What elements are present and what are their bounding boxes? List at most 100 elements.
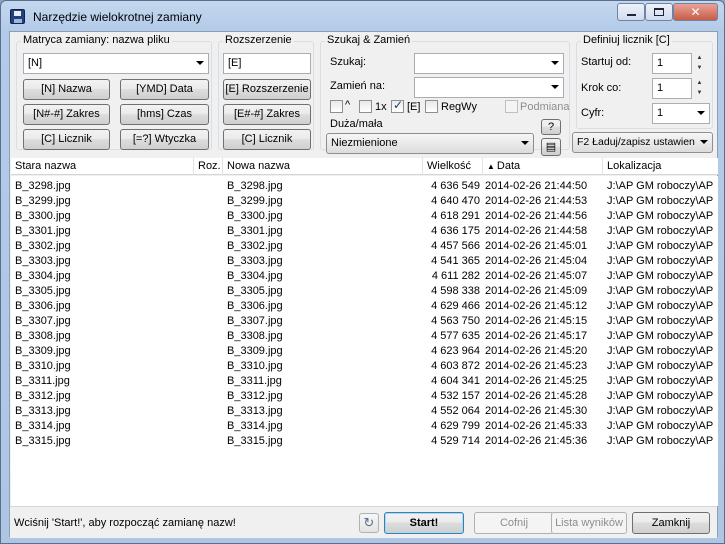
- file-list[interactable]: B_3298.jpg B_3298.jpg 4 636 549 2014-02-26 …: [11, 176, 718, 506]
- column-location[interactable]: Lokalizacja: [603, 158, 718, 175]
- minimize-button[interactable]: [617, 3, 645, 21]
- table-row[interactable]: B_3307.jpg B_3307.jpg 4 563 750 2014-02-26 …: [11, 314, 718, 329]
- extension-search-checkbox[interactable]: [391, 98, 404, 113]
- substitute-checkbox[interactable]: [505, 100, 518, 113]
- extension-group: Rozszerzenie [E] [E] Rozszerzenie [E#-#]…: [218, 34, 314, 150]
- cell-location: J:\AP GM roboczy\AP: [607, 420, 714, 432]
- mask-group-title: Matryca zamiany: nazwa pliku: [21, 34, 172, 46]
- table-row[interactable]: B_3315.jpg B_3315.jpg 4 529 714 2014-02-26 …: [11, 434, 718, 449]
- minimize-icon: [626, 13, 636, 16]
- cell-location: J:\AP GM roboczy\AP: [607, 330, 714, 342]
- step-spinner-value: 1: [657, 82, 664, 94]
- cell-date: 2014-02-26 21:45:17: [485, 330, 588, 342]
- help-button[interactable]: ?: [541, 119, 561, 135]
- extension-search-label: [E]: [407, 101, 421, 113]
- insert-range-button[interactable]: [N#-#] Zakres: [23, 104, 110, 125]
- column-old-name[interactable]: Stara nazwa: [11, 158, 194, 175]
- insert-counter-button[interactable]: [C] Licznik: [23, 129, 110, 150]
- table-row[interactable]: B_3309.jpg B_3309.jpg 4 623 964 2014-02-26 …: [11, 344, 718, 359]
- cell-date: 2014-02-26 21:44:53: [485, 195, 588, 207]
- start-spinner-arrows[interactable]: ▲ ▼: [692, 53, 707, 74]
- step-spinner[interactable]: 1 ▲ ▼: [652, 78, 702, 99]
- start-spinner[interactable]: 1 ▲ ▼: [652, 53, 702, 74]
- cell-size: 4 640 470: [431, 195, 480, 207]
- substitute-label: Podmiana: [520, 101, 570, 113]
- table-row[interactable]: B_3304.jpg B_3304.jpg 4 611 282 2014-02-26 …: [11, 269, 718, 284]
- table-row[interactable]: B_3306.jpg B_3306.jpg 4 629 466 2014-02-26 …: [11, 299, 718, 314]
- find-combo[interactable]: [414, 53, 564, 74]
- cell-old-name: B_3307.jpg: [15, 315, 71, 327]
- case-label: Duża/mała: [330, 118, 383, 130]
- digits-select[interactable]: 1: [652, 103, 710, 124]
- step-spinner-arrows[interactable]: ▲ ▼: [692, 78, 707, 99]
- insert-plugin-button[interactable]: [=?] Wtyczka: [120, 129, 209, 150]
- maximize-button[interactable]: [645, 3, 673, 21]
- cell-size: 4 629 466: [431, 300, 480, 312]
- chevron-down-icon: [700, 140, 708, 144]
- column-new-name[interactable]: Nowa nazwa: [223, 158, 423, 175]
- insert-extension-range-button[interactable]: [E#-#] Zakres: [223, 104, 311, 125]
- table-row[interactable]: B_3302.jpg B_3302.jpg 4 457 566 2014-02-26 …: [11, 239, 718, 254]
- extension-input[interactable]: [E]: [223, 53, 311, 74]
- insert-extension-button[interactable]: [E] Rozszerzenie: [223, 79, 311, 100]
- mask-combo-value: [N]: [28, 57, 43, 69]
- undo-button[interactable]: Cofnij: [474, 512, 554, 534]
- table-row[interactable]: B_3303.jpg B_3303.jpg 4 541 365 2014-02-26 …: [11, 254, 718, 269]
- cell-size: 4 532 157: [431, 390, 480, 402]
- cell-new-name: B_3300.jpg: [227, 210, 283, 222]
- start-button[interactable]: Start!: [384, 512, 464, 534]
- cell-size: 4 636 549: [431, 180, 480, 192]
- cell-date: 2014-02-26 21:45:09: [485, 285, 588, 297]
- cell-new-name: B_3301.jpg: [227, 225, 283, 237]
- cell-date: 2014-02-26 21:45:28: [485, 390, 588, 402]
- table-row[interactable]: B_3301.jpg B_3301.jpg 4 636 175 2014-02-26 …: [11, 224, 718, 239]
- results-list-button[interactable]: Lista wyników: [551, 512, 627, 534]
- column-extension[interactable]: Roz.: [194, 158, 223, 175]
- find-label: Szukaj:: [330, 56, 367, 68]
- table-row[interactable]: B_3311.jpg B_3311.jpg 4 604 341 2014-02-26 …: [11, 374, 718, 389]
- insert-name-button[interactable]: [N] Nazwa: [23, 79, 110, 100]
- column-size[interactable]: Wielkość: [423, 158, 483, 175]
- table-row[interactable]: B_3305.jpg B_3305.jpg 4 598 338 2014-02-26 …: [11, 284, 718, 299]
- spin-up-icon: ▲: [696, 55, 703, 61]
- case-select[interactable]: Niezmienione: [326, 133, 534, 154]
- insert-extension-counter-button[interactable]: [C] Licznik: [223, 129, 311, 150]
- close-window-button[interactable]: ✕: [673, 3, 718, 21]
- close-button[interactable]: Zamknij: [632, 512, 710, 534]
- table-row[interactable]: B_3308.jpg B_3308.jpg 4 577 635 2014-02-26 …: [11, 329, 718, 344]
- title-bar[interactable]: Narzędzie wielokrotnej zamiany ✕: [1, 1, 724, 31]
- cell-location: J:\AP GM roboczy\AP: [607, 360, 714, 372]
- counter-group-title: Definiuj licznik [C]: [581, 34, 672, 46]
- maximize-icon: [654, 8, 664, 16]
- regex-checkbox[interactable]: [425, 100, 438, 113]
- edit-list-button[interactable]: ▤: [541, 138, 561, 156]
- replace-combo[interactable]: [414, 77, 564, 98]
- table-row[interactable]: B_3310.jpg B_3310.jpg 4 603 872 2014-02-26 …: [11, 359, 718, 374]
- rename-dialog-window: Narzędzie wielokrotnej zamiany ✕ Matryca…: [0, 0, 725, 544]
- edit-list-icon: ▤: [545, 141, 557, 153]
- floppy-disk-icon: [10, 9, 25, 24]
- cell-location: J:\AP GM roboczy\AP: [607, 435, 714, 447]
- load-save-settings-button[interactable]: F2 Ładuj/zapisz ustawien: [572, 132, 713, 153]
- table-row[interactable]: B_3299.jpg B_3299.jpg 4 640 470 2014-02-26 …: [11, 194, 718, 209]
- cell-old-name: B_3313.jpg: [15, 405, 71, 417]
- table-row[interactable]: B_3314.jpg B_3314.jpg 4 629 799 2014-02-26 …: [11, 419, 718, 434]
- caret-checkbox[interactable]: [330, 100, 343, 113]
- step-label: Krok co:: [581, 82, 622, 94]
- cell-old-name: B_3306.jpg: [15, 300, 71, 312]
- undo-arrow-icon[interactable]: ↻: [359, 513, 379, 533]
- cell-old-name: B_3312.jpg: [15, 390, 71, 402]
- mask-combo[interactable]: [N]: [23, 53, 209, 74]
- cell-location: J:\AP GM roboczy\AP: [607, 240, 714, 252]
- table-row[interactable]: B_3298.jpg B_3298.jpg 4 636 549 2014-02-26 …: [11, 179, 718, 194]
- cell-date: 2014-02-26 21:45:23: [485, 360, 588, 372]
- insert-time-button[interactable]: [hms] Czas: [120, 104, 209, 125]
- table-row[interactable]: B_3312.jpg B_3312.jpg 4 532 157 2014-02-26 …: [11, 389, 718, 404]
- table-row[interactable]: B_3300.jpg B_3300.jpg 4 618 291 2014-02-26 …: [11, 209, 718, 224]
- column-date[interactable]: ▲ Data: [483, 158, 603, 175]
- table-row[interactable]: B_3313.jpg B_3313.jpg 4 552 064 2014-02-26 …: [11, 404, 718, 419]
- once-checkbox[interactable]: [359, 100, 372, 113]
- spin-down-icon: ▼: [696, 65, 703, 71]
- insert-date-button[interactable]: [YMD] Data: [120, 79, 209, 100]
- cell-old-name: B_3308.jpg: [15, 330, 71, 342]
